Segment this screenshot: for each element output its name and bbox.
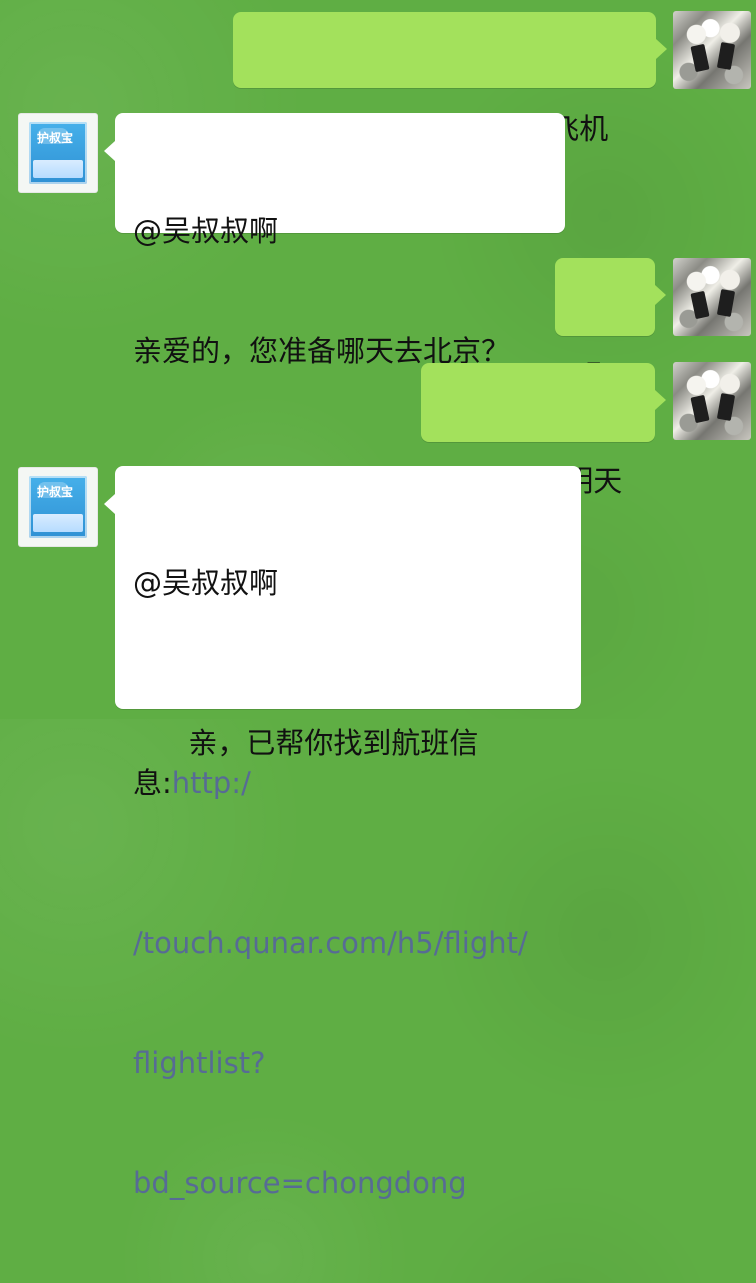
message-mention: @吴叔叔啊 xyxy=(133,566,279,600)
message-text: 亲，已帮你找到航班信息:http:/ xyxy=(133,683,563,843)
message-mention: @吴叔叔啊 xyxy=(133,214,279,248)
avatar-brand-text: 护叔宝 xyxy=(37,131,74,145)
bot-avatar[interactable]: 护叔宝 xyxy=(18,467,98,547)
user-avatar[interactable] xyxy=(673,11,751,89)
message-bubble[interactable]: @吴叔叔啊 亲，已帮你找到航班信息:http:/ /touch.qunar.co… xyxy=(104,466,581,1200)
avatar-brand-text: 护叔宝 xyxy=(37,485,74,499)
message-bubble[interactable]: 明天 xyxy=(555,258,666,393)
flight-link-part-4[interactable]: bd_source=chongdong xyxy=(133,1163,563,1203)
flight-link-part-3[interactable]: flightlist? xyxy=(133,1043,563,1083)
message-bubble[interactable]: @护叔宝 明天 xyxy=(421,363,666,498)
flight-link-part-2[interactable]: /touch.qunar.com/h5/flight/ xyxy=(133,923,563,963)
message-bubble[interactable]: @吴叔叔啊 亲爱的，您准备哪天去北京？ xyxy=(104,113,565,368)
user-avatar[interactable] xyxy=(673,362,751,440)
flight-link-part-1[interactable]: http:/ xyxy=(172,766,251,800)
user-avatar[interactable] xyxy=(673,258,751,336)
message-bubble[interactable]: @护叔宝 广州到北京的飞机 xyxy=(233,12,667,146)
bot-avatar[interactable]: 护叔宝 xyxy=(18,113,98,193)
